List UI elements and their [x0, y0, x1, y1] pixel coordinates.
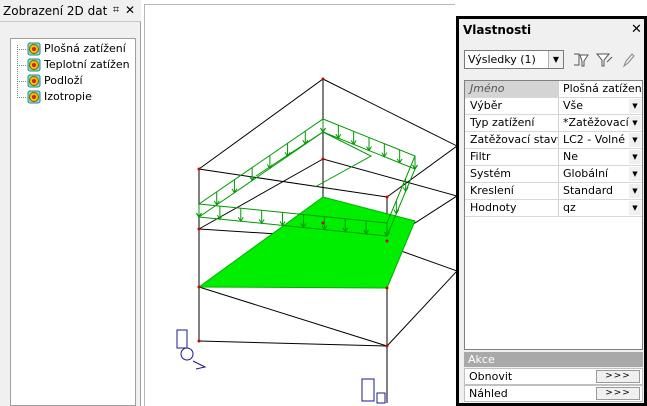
panel-title: Vlastnosti — [463, 23, 532, 37]
tree-item-label: Podloží — [44, 74, 83, 87]
chevron-down-icon[interactable]: ▼ — [629, 167, 641, 181]
property-key: Zatěžovací stavy — [465, 132, 559, 148]
property-key: Jméno — [465, 81, 559, 97]
pin-icon[interactable]: ⌗ — [110, 3, 122, 17]
chevron-down-icon[interactable]: ▼ — [629, 133, 641, 147]
chevron-down-icon[interactable]: ▼ — [629, 116, 641, 130]
model-viewport[interactable] — [144, 4, 456, 406]
tree-connector — [17, 45, 18, 96]
select-filter-icon[interactable] — [570, 50, 590, 70]
property-row-hodnoty[interactable]: Hodnoty qz ▼ — [465, 200, 642, 217]
close-icon[interactable]: ✕ — [631, 22, 642, 37]
support-icon — [176, 329, 207, 370]
chevron-down-icon: ▼ — [548, 51, 563, 68]
refresh-button[interactable]: >>> — [596, 370, 640, 383]
property-key: Typ zatížení — [465, 115, 559, 131]
property-row-filtr[interactable]: Filtr Ne ▼ — [465, 149, 642, 166]
load-layer-icon — [27, 90, 41, 104]
property-row-zatezovaci-stavy[interactable]: Zatěžovací stavy LC2 - Volné z ▼ — [465, 132, 642, 149]
structure-drawing — [176, 77, 456, 404]
chevron-down-icon[interactable]: ▼ — [629, 201, 641, 215]
actions-header: Akce — [464, 352, 643, 367]
action-row-nahled: Náhled >>> — [464, 385, 643, 402]
action-label: Náhled — [469, 387, 508, 400]
data-display-panel: Zobrazení 2D dat ⌗ ✕ Plošná zatížení Tep… — [0, 0, 141, 406]
close-icon[interactable]: ✕ — [124, 3, 136, 17]
results-dropdown[interactable]: Výsledky (1) ▼ — [464, 50, 564, 69]
load-layer-icon — [27, 42, 41, 56]
property-row-typ-zatizeni[interactable]: Typ zatížení *Zatěžovací ▼ — [465, 115, 642, 132]
layer-tree: Plošná zatížení Teplotní zatížen Podloží… — [10, 38, 136, 406]
property-row-vyber[interactable]: Výběr Vše ▼ — [465, 98, 642, 115]
property-grid: Jméno Plošná zatížení Výběr Vše ▼ Typ za… — [464, 80, 643, 350]
dropdown-value: Výsledky (1) — [468, 53, 536, 66]
property-row-system[interactable]: Systém Globální ▼ — [465, 166, 642, 183]
tree-item-label: Teplotní zatížen — [44, 58, 130, 71]
load-layer-icon — [27, 74, 41, 88]
property-key: Kreslení — [465, 183, 559, 199]
property-key: Filtr — [465, 149, 559, 165]
property-row-jmeno: Jméno Plošná zatížení — [465, 81, 642, 98]
panel-title: Zobrazení 2D dat — [3, 4, 108, 18]
pencil-icon[interactable] — [618, 50, 638, 70]
chevron-down-icon[interactable]: ▼ — [629, 184, 641, 198]
property-key: Systém — [465, 166, 559, 182]
property-value: Plošná zatížení — [560, 81, 642, 97]
load-layer-icon — [27, 58, 41, 72]
chevron-down-icon[interactable]: ▼ — [629, 99, 641, 113]
panel-header: Vlastnosti ✕ — [459, 19, 644, 41]
preview-button[interactable]: >>> — [596, 387, 640, 400]
chevron-down-icon[interactable]: ▼ — [629, 150, 641, 164]
support-icon — [361, 378, 386, 404]
tree-item-label: Plošná zatížení — [44, 42, 126, 55]
panel-header: Zobrazení 2D dat ⌗ ✕ — [0, 0, 141, 22]
action-label: Obnovit — [469, 370, 513, 383]
property-row-kresleni[interactable]: Kreslení Standard ▼ — [465, 183, 642, 200]
property-key: Hodnoty — [465, 200, 559, 216]
funnel-filter-icon[interactable] — [594, 50, 614, 70]
tree-item-label: Izotropie — [44, 90, 92, 103]
properties-panel: Vlastnosti ✕ Výsledky (1) ▼ Jméno Plošná… — [456, 16, 647, 406]
action-row-obnovit: Obnovit >>> — [464, 368, 643, 385]
property-key: Výběr — [465, 98, 559, 114]
